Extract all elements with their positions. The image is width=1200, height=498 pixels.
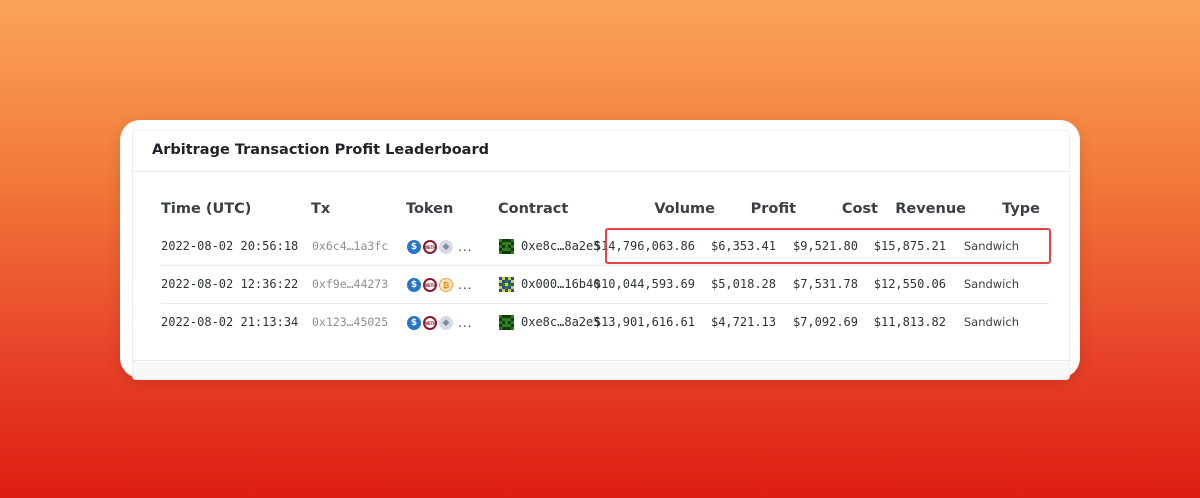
more-tokens-button[interactable]: ... (458, 316, 472, 330)
weth-icon: WETH (423, 240, 437, 254)
eth-icon: ◆ (439, 316, 453, 330)
time-cell: 2022-08-02 21:13:34 (161, 315, 299, 329)
revenue-cell: $12,550.06 (873, 277, 946, 291)
contract-address-link[interactable]: 0x000…16b40 (521, 265, 600, 303)
column-header-profit[interactable]: Profit (751, 201, 796, 217)
contract-avatar-icon (499, 277, 514, 292)
column-header-revenue[interactable]: Revenue (895, 201, 966, 217)
type-cell: Sandwich (963, 277, 1019, 291)
time-cell: 2022-08-02 20:56:18 (161, 239, 299, 253)
tx-hash-link[interactable]: 0x6c4…1a3fc (312, 227, 388, 265)
contract-address-link[interactable]: 0xe8c…8a2e5 (521, 303, 600, 341)
column-header-contract[interactable]: Contract (498, 201, 568, 217)
token-list: $ WETH ◆ ... (407, 239, 472, 255)
cost-cell: $7,531.78 (792, 277, 858, 291)
panel-header: Arbitrage Transaction Profit Leaderboard (133, 131, 1069, 172)
more-tokens-button[interactable]: ... (458, 240, 472, 254)
usdc-icon: $ (407, 278, 421, 292)
column-header-time[interactable]: Time (UTC) (161, 201, 251, 217)
volume-cell: $13,901,616.61 (593, 315, 695, 329)
column-header-tx[interactable]: Tx (311, 201, 330, 217)
btc-icon: ₿ (439, 278, 453, 292)
table-row[interactable]: 2022-08-02 12:36:22 0xf9e…44273 $ WETH ₿… (161, 265, 1049, 304)
column-header-volume[interactable]: Volume (654, 201, 715, 217)
table-row[interactable]: 2022-08-02 21:13:34 0x123…45025 $ WETH ◆… (161, 303, 1049, 341)
profit-cell: $5,018.28 (710, 277, 776, 291)
panel-footer (133, 360, 1069, 379)
contract-avatar-icon (499, 239, 514, 254)
column-header-type[interactable]: Type (1002, 201, 1040, 217)
weth-icon: WETH (423, 278, 437, 292)
column-header-cost[interactable]: Cost (842, 201, 878, 217)
usdc-icon: $ (407, 240, 421, 254)
tx-hash-link[interactable]: 0xf9e…44273 (312, 265, 388, 303)
contract-avatar-icon (499, 315, 514, 330)
more-tokens-button[interactable]: ... (458, 278, 472, 292)
profit-cell: $4,721.13 (710, 315, 776, 329)
revenue-cell: $11,813.82 (873, 315, 946, 329)
panel-title: Arbitrage Transaction Profit Leaderboard (152, 142, 489, 158)
eth-icon: ◆ (439, 240, 453, 254)
tx-hash-link[interactable]: 0x123…45025 (312, 303, 388, 341)
weth-icon: WETH (423, 316, 437, 330)
time-cell: 2022-08-02 12:36:22 (161, 277, 299, 291)
volume-cell: $10,044,593.69 (593, 277, 695, 291)
token-list: $ WETH ₿ ... (407, 277, 472, 293)
contract-address-link[interactable]: 0xe8c…8a2e5 (521, 227, 600, 265)
column-header-token[interactable]: Token (406, 201, 453, 217)
token-list: $ WETH ◆ ... (407, 315, 472, 331)
type-cell: Sandwich (963, 315, 1019, 329)
usdc-icon: $ (407, 316, 421, 330)
highlight-box (605, 228, 1051, 264)
cost-cell: $7,092.69 (792, 315, 858, 329)
